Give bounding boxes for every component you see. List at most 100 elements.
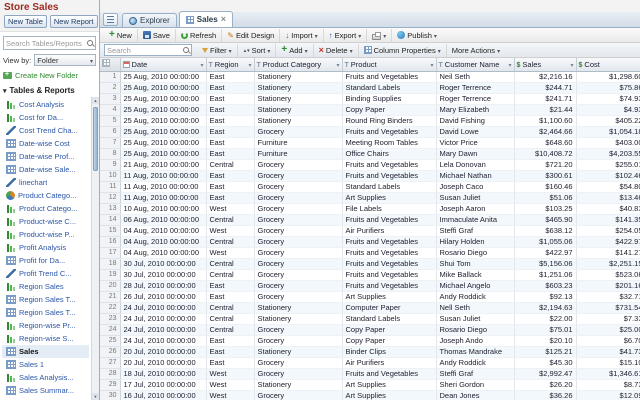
- cell-cost[interactable]: $1,346.61: [576, 368, 640, 380]
- cell-cost[interactable]: $75.86: [576, 82, 640, 94]
- cell-region[interactable]: East: [206, 170, 255, 182]
- new-report-button[interactable]: New Report: [49, 15, 98, 28]
- cell-product[interactable]: Fruits and Vegetables: [342, 368, 437, 380]
- row-number[interactable]: 26: [100, 346, 121, 358]
- cell-product-category[interactable]: Grocery: [254, 126, 343, 138]
- cell-region[interactable]: East: [206, 192, 255, 204]
- create-new-folder-link[interactable]: Create New Folder: [0, 68, 99, 83]
- sidebar-search-input[interactable]: [6, 38, 85, 48]
- cell-customer-name[interactable]: Andy Roddick: [436, 291, 515, 303]
- cell-customer-name[interactable]: Roger Terrence: [436, 82, 515, 94]
- cell-region[interactable]: West: [206, 368, 255, 380]
- cell-product-category[interactable]: Stationery: [254, 302, 343, 314]
- cell-cost[interactable]: $141.27: [576, 247, 640, 259]
- add-button[interactable]: Add: [276, 43, 314, 57]
- cell-date[interactable]: 17 Jul, 2010 00:00:00: [120, 379, 207, 391]
- cell-region[interactable]: Central: [206, 269, 255, 281]
- cell-sales[interactable]: $21.44: [514, 104, 577, 116]
- refresh-button[interactable]: Refresh: [176, 28, 223, 42]
- cell-region[interactable]: West: [206, 390, 255, 400]
- cell-date[interactable]: 24 Jul, 2010 00:00:00: [120, 313, 207, 325]
- cell-product[interactable]: Fruits and Vegetables: [342, 159, 437, 171]
- cell-sales[interactable]: $648.60: [514, 137, 577, 149]
- cell-date[interactable]: 11 Aug, 2010 00:00:00: [120, 170, 207, 182]
- cell-sales[interactable]: $300.61: [514, 170, 577, 182]
- cell-cost[interactable]: $12.09: [576, 390, 640, 400]
- cell-product-category[interactable]: Grocery: [254, 225, 343, 237]
- print-button[interactable]: [367, 28, 393, 42]
- cell-sales[interactable]: $1,055.06: [514, 236, 577, 248]
- table-row[interactable]: 22 24 Jul, 2010 00:00:00 Central Station…: [100, 302, 640, 314]
- cell-cost[interactable]: $102.46: [576, 170, 640, 182]
- cell-date[interactable]: 16 Jul, 2010 00:00:00: [120, 390, 207, 400]
- cell-product[interactable]: Fruits and Vegetables: [342, 126, 437, 138]
- cell-product[interactable]: Fruits and Vegetables: [342, 247, 437, 259]
- cell-product-category[interactable]: Grocery: [254, 181, 343, 193]
- cell-customer-name[interactable]: Susan Juliet: [436, 192, 515, 204]
- table-row[interactable]: 27 20 Jul, 2010 00:00:00 East Grocery Ai…: [100, 357, 640, 369]
- cell-product-category[interactable]: Grocery: [254, 192, 343, 204]
- table-row[interactable]: 16 04 Aug, 2010 00:00:00 Central Grocery…: [100, 236, 640, 248]
- cell-customer-name[interactable]: Michael Angelo: [436, 280, 515, 292]
- new-button[interactable]: New: [104, 28, 138, 42]
- cell-region[interactable]: East: [206, 148, 255, 160]
- cell-customer-name[interactable]: Thomas Mandrake: [436, 346, 515, 358]
- cell-product[interactable]: Copy Paper: [342, 104, 437, 116]
- table-search-input[interactable]: [107, 45, 181, 55]
- cell-product[interactable]: Fruits and Vegetables: [342, 269, 437, 281]
- table-row[interactable]: 25 24 Jul, 2010 00:00:00 East Grocery Co…: [100, 335, 640, 347]
- cell-product-category[interactable]: Grocery: [254, 203, 343, 215]
- row-number[interactable]: 18: [100, 258, 121, 270]
- cell-product[interactable]: Art Supplies: [342, 192, 437, 204]
- cell-sales[interactable]: $241.71: [514, 93, 577, 105]
- column-properties-button[interactable]: Column Properties: [359, 43, 447, 57]
- more-actions-button[interactable]: More Actions: [447, 44, 505, 57]
- cell-cost[interactable]: $32.71: [576, 291, 640, 303]
- cell-customer-name[interactable]: Michael Nathan: [436, 170, 515, 182]
- cell-region[interactable]: East: [206, 126, 255, 138]
- row-number[interactable]: 24: [100, 324, 121, 336]
- cell-date[interactable]: 04 Aug, 2010 00:00:00: [120, 247, 207, 259]
- cell-date[interactable]: 24 Jul, 2010 00:00:00: [120, 335, 207, 347]
- tree-item[interactable]: Cost for Da...: [2, 111, 89, 124]
- cell-product[interactable]: Meeting Room Tables: [342, 137, 437, 149]
- column-header[interactable]: Product: [342, 58, 437, 72]
- table-row[interactable]: 26 20 Jul, 2010 00:00:00 East Stationery…: [100, 346, 640, 358]
- column-header[interactable]: Cost: [576, 58, 640, 72]
- cell-date[interactable]: 24 Jul, 2010 00:00:00: [120, 302, 207, 314]
- cell-cost[interactable]: $4.93: [576, 104, 640, 116]
- row-number[interactable]: 28: [100, 368, 121, 380]
- tree-item[interactable]: Region Sales T...: [2, 293, 89, 306]
- cell-customer-name[interactable]: Mike Ballack: [436, 269, 515, 281]
- row-number[interactable]: 13: [100, 203, 121, 215]
- table-row[interactable]: 12 11 Aug, 2010 00:00:00 East Grocery Ar…: [100, 192, 640, 204]
- cell-product-category[interactable]: Grocery: [254, 357, 343, 369]
- cell-sales[interactable]: $721.20: [514, 159, 577, 171]
- cell-product-category[interactable]: Grocery: [254, 335, 343, 347]
- cell-region[interactable]: East: [206, 93, 255, 105]
- cell-product[interactable]: Office Chairs: [342, 148, 437, 160]
- cell-product[interactable]: Computer Paper: [342, 302, 437, 314]
- cell-customer-name[interactable]: Joseph Caco: [436, 181, 515, 193]
- tree-item[interactable]: Sales Summar...: [2, 384, 89, 397]
- row-number[interactable]: 30: [100, 390, 121, 400]
- cell-customer-name[interactable]: Dean Jones: [436, 390, 515, 400]
- cell-product[interactable]: Fruits and Vegetables: [342, 280, 437, 292]
- cell-date[interactable]: 30 Jul, 2010 00:00:00: [120, 258, 207, 270]
- cell-region[interactable]: East: [206, 346, 255, 358]
- row-number[interactable]: 5: [100, 115, 121, 127]
- cell-cost[interactable]: $74.93: [576, 93, 640, 105]
- cell-cost[interactable]: $41.73: [576, 346, 640, 358]
- scroll-down-icon[interactable]: [92, 393, 99, 400]
- cell-product-category[interactable]: Grocery: [254, 159, 343, 171]
- cell-date[interactable]: 24 Jul, 2010 00:00:00: [120, 324, 207, 336]
- cell-sales[interactable]: $10,408.72: [514, 148, 577, 160]
- tree-item[interactable]: Region Sales: [2, 280, 89, 293]
- tree-item[interactable]: Date-wise Prof...: [2, 150, 89, 163]
- cell-product[interactable]: Copy Paper: [342, 335, 437, 347]
- cell-product[interactable]: Art Supplies: [342, 390, 437, 400]
- table-row[interactable]: 29 17 Jul, 2010 00:00:00 West Stationery…: [100, 379, 640, 391]
- cell-product[interactable]: Art Supplies: [342, 379, 437, 391]
- row-number[interactable]: 6: [100, 126, 121, 138]
- tree-item[interactable]: Profit Trend C...: [2, 267, 89, 280]
